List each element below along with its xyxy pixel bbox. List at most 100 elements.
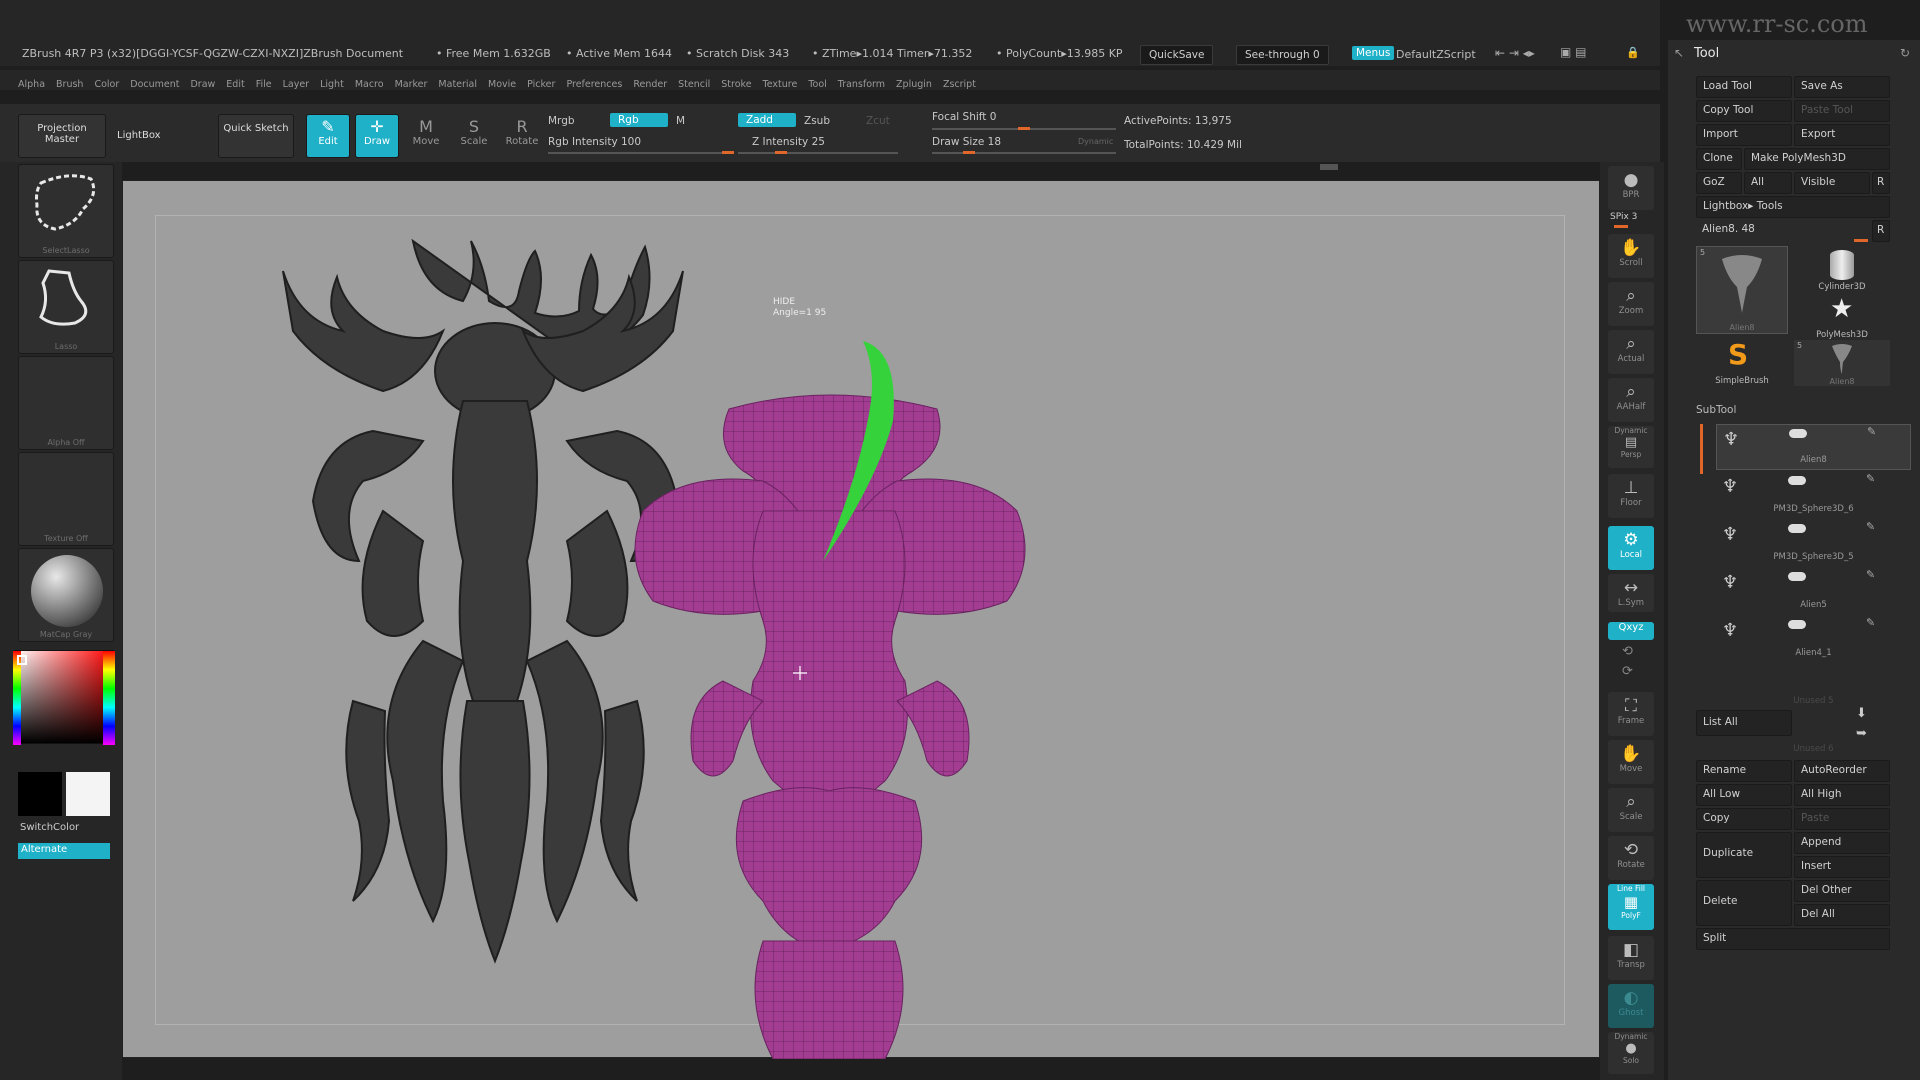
zoom-button[interactable]: ⌕ Zoom (1608, 282, 1654, 326)
menu-zplugin[interactable]: Zplugin (896, 79, 932, 90)
polypaint-toggle-icon[interactable]: ✎ (1866, 472, 1875, 485)
polypaint-toggle-icon[interactable]: ✎ (1866, 520, 1875, 533)
visibility-toggle-icon[interactable] (1788, 620, 1806, 629)
local-button[interactable]: ⚙ Local (1608, 526, 1654, 570)
lock-icon[interactable]: 🔒 (1626, 46, 1640, 59)
menu-layer[interactable]: Layer (283, 79, 310, 90)
polypaint-toggle-icon[interactable]: ✎ (1866, 568, 1875, 581)
insert-button[interactable]: Insert (1794, 856, 1890, 878)
lightbox-button[interactable]: LightBox (108, 114, 202, 158)
visibility-toggle-icon[interactable] (1788, 476, 1806, 485)
goz-button[interactable]: GoZ (1696, 172, 1742, 194)
menu-preferences[interactable]: Preferences (566, 79, 622, 90)
persp-button[interactable]: Dynamic ▤ Persp (1608, 426, 1654, 468)
rotate-view-button[interactable]: ⟲ Rotate (1608, 836, 1654, 880)
menu-picker[interactable]: Picker (527, 79, 555, 90)
current-tool-knob[interactable] (1854, 239, 1868, 242)
polyf-button[interactable]: Line Fill ▦ PolyF (1608, 884, 1654, 930)
zsub-button[interactable]: Zsub (804, 115, 830, 127)
paste-tool-button[interactable]: Paste Tool (1794, 100, 1890, 122)
menu-edit[interactable]: Edit (226, 79, 244, 90)
menu-stencil[interactable]: Stencil (678, 79, 710, 90)
menu-material[interactable]: Material (438, 79, 477, 90)
subtool-row[interactable]: ♆ ✎ Alien8 (1716, 424, 1911, 470)
window-controls-icon[interactable]: ▣ ▤ (1560, 45, 1587, 59)
all-low-button[interactable]: All Low (1696, 784, 1792, 806)
copy-tool-button[interactable]: Copy Tool (1696, 100, 1792, 122)
menu-texture[interactable]: Texture (763, 79, 798, 90)
default-zscript[interactable]: DefaultZScript (1396, 48, 1476, 61)
rotate-y-icon[interactable]: ⟲ (1622, 644, 1633, 659)
menu-transform[interactable]: Transform (838, 79, 885, 90)
menu-movie[interactable]: Movie (488, 79, 516, 90)
floor-button[interactable]: ⊥ Floor (1608, 474, 1654, 518)
menu-marker[interactable]: Marker (395, 79, 428, 90)
toolbar-scroll-handle[interactable] (1320, 164, 1338, 170)
subtool-scroll-indicator[interactable] (1700, 424, 1703, 474)
subtool-row[interactable]: ♆ ✎ PM3D_Sphere3D_6 (1716, 472, 1911, 518)
main-color-swatch[interactable] (18, 772, 62, 816)
alpha-slot[interactable]: Alpha Off (18, 356, 114, 450)
load-tool-button[interactable]: Load Tool (1696, 76, 1792, 98)
transp-button[interactable]: ◧ Transp (1608, 936, 1654, 980)
subtool-row[interactable]: Unused 5 (1716, 664, 1911, 710)
duplicate-button[interactable]: Duplicate (1696, 832, 1792, 878)
focal-shift-knob[interactable] (1018, 127, 1030, 130)
autoreorder-button[interactable]: AutoReorder (1794, 760, 1890, 782)
del-all-button[interactable]: Del All (1794, 904, 1890, 926)
move-button[interactable]: M Move (404, 114, 448, 158)
thumb-simplebrush[interactable]: S SimpleBrush (1696, 338, 1788, 386)
copy-subtool-button[interactable]: Copy (1696, 808, 1792, 830)
color-picker[interactable] (13, 650, 115, 745)
menus-toggle[interactable]: Menus (1352, 46, 1395, 60)
palette-collapse-icon[interactable]: ↖ (1674, 46, 1684, 60)
lightbox-tools-button[interactable]: Lightbox▸ Tools (1696, 196, 1890, 218)
spix-knob[interactable] (1614, 225, 1628, 228)
scale-view-button[interactable]: ⌕ Scale (1608, 788, 1654, 832)
spix-slider[interactable]: SPix 3 (1610, 212, 1637, 222)
move-view-button[interactable]: ✋ Move (1608, 740, 1654, 784)
quick-sketch-button[interactable]: Quick Sketch (218, 114, 294, 158)
ghost-button[interactable]: ◐ Ghost (1608, 984, 1654, 1028)
mrgb-button[interactable]: Mrgb (548, 115, 575, 127)
z-intensity-slider[interactable] (738, 152, 898, 154)
menu-stroke[interactable]: Stroke (721, 79, 751, 90)
menu-draw[interactable]: Draw (190, 79, 215, 90)
save-as-button[interactable]: Save As (1794, 76, 1890, 98)
draw-size-knob[interactable] (962, 151, 975, 154)
menu-brush[interactable]: Brush (56, 79, 83, 90)
scroll-button[interactable]: ✋ Scroll (1608, 234, 1654, 278)
move-right-icon[interactable]: ➥ (1856, 726, 1867, 741)
material-slot[interactable]: MatCap Gray (18, 548, 114, 642)
subtool-row[interactable]: ♆ ✎ PM3D_Sphere3D_5 (1716, 520, 1911, 566)
hue-ring-right[interactable] (103, 651, 115, 745)
color-cursor[interactable] (17, 655, 27, 665)
menu-macro[interactable]: Macro (355, 79, 384, 90)
menu-alpha[interactable]: Alpha (18, 79, 45, 90)
menu-render[interactable]: Render (633, 79, 667, 90)
clone-button[interactable]: Clone (1696, 148, 1742, 170)
window-arrows-icon[interactable]: ⇤ ⇥ ◂▸ (1495, 46, 1535, 60)
goz-visible-button[interactable]: Visible (1794, 172, 1870, 194)
thumb-alien8-small[interactable]: 5 Alien8 (1794, 340, 1890, 386)
menu-document[interactable]: Document (130, 79, 179, 90)
thumb-cylinder3d[interactable]: Cylinder3D (1794, 246, 1890, 292)
current-tool-r-button[interactable]: R (1872, 220, 1890, 242)
thumb-polymesh3d[interactable]: ★ PolyMesh3D (1794, 294, 1890, 340)
rename-button[interactable]: Rename (1696, 760, 1792, 782)
rotate-button[interactable]: R Rotate (500, 114, 544, 158)
menu-tool[interactable]: Tool (808, 79, 826, 90)
subtool-row[interactable]: ♆ ✎ Alien4_1 (1716, 616, 1911, 662)
quicksave-button[interactable]: QuickSave (1140, 45, 1214, 65)
all-high-button[interactable]: All High (1794, 784, 1890, 806)
document-canvas[interactable]: HIDE Angle=1 95 (122, 180, 1600, 1059)
secondary-color-swatch[interactable] (66, 772, 110, 816)
lasso-slot[interactable]: Lasso (18, 260, 114, 354)
select-lasso-slot[interactable]: SelectLasso (18, 164, 114, 258)
solo-button[interactable]: Dynamic ● Solo (1608, 1032, 1654, 1074)
menu-light[interactable]: Light (320, 79, 344, 90)
draw-button[interactable]: ✛ Draw (355, 114, 399, 158)
lsym-button[interactable]: ↔ L.Sym (1608, 574, 1654, 612)
z-intensity-knob[interactable] (775, 151, 787, 154)
rotate-z-icon[interactable]: ⟳ (1622, 664, 1633, 679)
